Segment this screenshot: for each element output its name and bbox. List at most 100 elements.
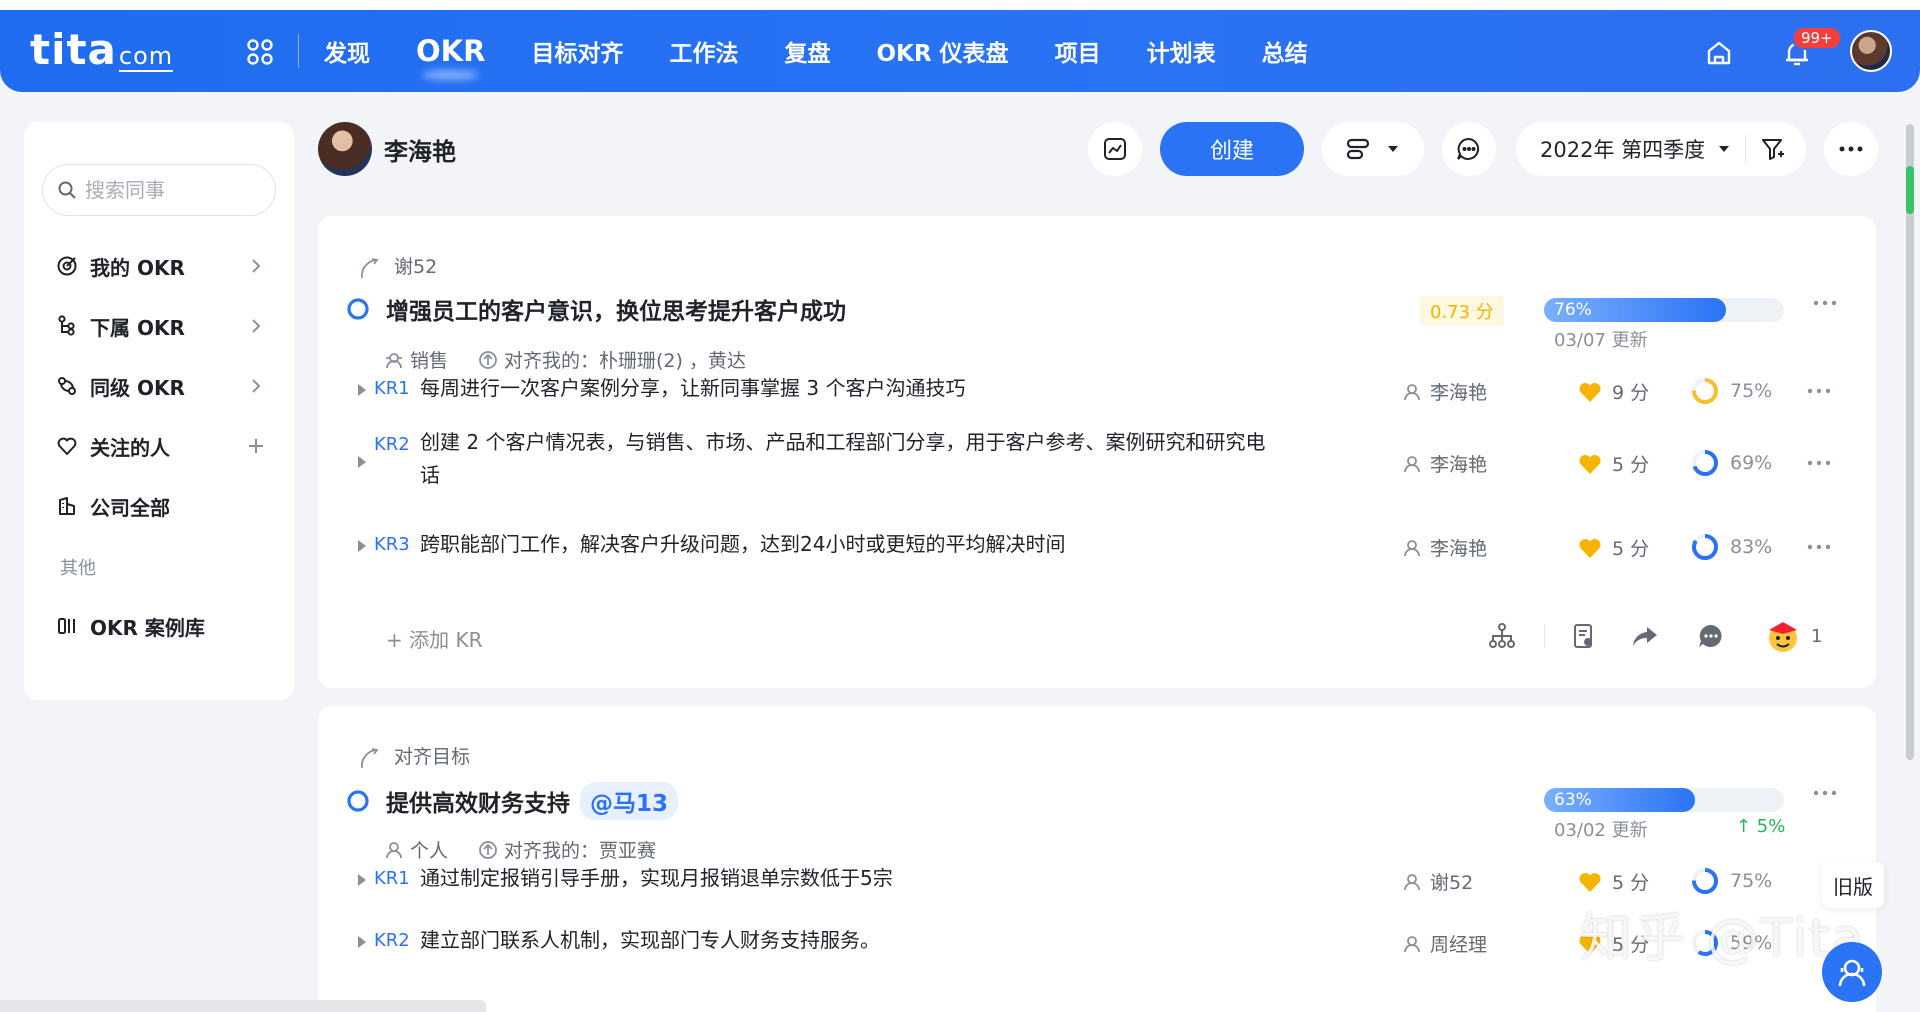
kr-tag: KR2 (374, 930, 410, 951)
objective-title[interactable]: 增强员工的客户意识，换位思考提升客户成功 (386, 292, 846, 326)
kr-tag: KR2 (374, 434, 410, 455)
kr-score-value: 9 分 (1612, 382, 1650, 404)
nav-methods[interactable]: 工作法 (669, 34, 738, 68)
share-icon[interactable] (1631, 622, 1659, 650)
sidebar-item-label: 我的 OKR (90, 255, 185, 280)
scrollbar-thumb[interactable] (1906, 166, 1914, 214)
parent-objective-owner: 谢52 (394, 255, 438, 278)
kr-text[interactable]: 建立部门联系人机制，实现部门专人财务支持服务。 (420, 924, 1280, 957)
sidebar-item-subordinate-okr[interactable]: 下属 OKR (56, 306, 266, 346)
filter-icon[interactable] (1760, 136, 1786, 162)
objective-header: 提供高效财务支持 @马13 (344, 782, 679, 820)
kr-row[interactable]: KR2 创建 2 个客户情况表，与销售、市场、产品和工程部门分享，用于客户参考、… (358, 426, 1858, 498)
more-options-button[interactable] (1824, 122, 1878, 176)
nav-review[interactable]: 复盘 (784, 34, 830, 68)
kr-score[interactable]: 5 分 (1578, 868, 1649, 895)
kr-progress[interactable]: 69% (1690, 448, 1772, 478)
objective-progress-bar: 76% (1544, 298, 1784, 322)
create-button[interactable]: 创建 (1160, 122, 1304, 176)
kr-row[interactable]: KR1 每周进行一次客户案例分享，让新同事掌握 3 个客户沟通技巧 李海艳 9 … (358, 364, 1858, 414)
report-icon[interactable] (1571, 622, 1597, 650)
parent-objective-label: 对齐目标 (394, 745, 471, 768)
kr-row[interactable]: KR3 跨职能部门工作，解决客户升级问题，达到24小时或更短的平均解决时间 李海… (358, 520, 1858, 570)
expand-caret-icon[interactable] (358, 384, 366, 396)
kr-text[interactable]: 每周进行一次客户案例分享，让新同事掌握 3 个客户沟通技巧 (420, 372, 1280, 405)
kr-text[interactable]: 创建 2 个客户情况表，与销售、市场、产品和工程部门分享，用于客户参考、案例研究… (420, 426, 1280, 492)
sidebar-item-followed-people[interactable]: 关注的人 (56, 426, 266, 466)
kr-owner[interactable]: 谢52 (1402, 868, 1473, 895)
expand-caret-icon[interactable] (358, 456, 366, 468)
tita-logo[interactable]: titacom (30, 26, 174, 80)
nav-discover[interactable]: 发现 (324, 34, 370, 68)
heart-filled-icon (1579, 538, 1601, 558)
building-icon (59, 497, 75, 515)
expand-caret-icon[interactable] (358, 540, 366, 552)
nav-projects[interactable]: 项目 (1055, 34, 1101, 68)
objective-header: 增强员工的客户意识，换位思考提升客户成功 (344, 292, 846, 326)
more-horizontal-icon[interactable] (1806, 458, 1832, 468)
notification-badge: 99+ (1792, 26, 1842, 50)
sidebar-item-label: OKR 案例库 (90, 615, 205, 640)
comment-icon (1457, 137, 1480, 160)
add-follow-icon[interactable] (246, 436, 266, 456)
kr-owner[interactable]: 周经理 (1402, 930, 1487, 957)
sidebar-item-company-all[interactable]: 公司全部 (56, 486, 266, 526)
home-icon[interactable] (1704, 38, 1734, 68)
more-horizontal-icon[interactable] (1806, 386, 1832, 396)
kr-text[interactable]: 跨职能部门工作，解决客户升级问题，达到24小时或更短的平均解决时间 (420, 528, 1280, 561)
chevron-right-icon (252, 319, 261, 333)
kr-score[interactable]: 5 分 (1578, 450, 1649, 477)
nav-goal-alignment[interactable]: 目标对齐 (531, 34, 623, 68)
more-horizontal-icon[interactable] (1812, 298, 1838, 308)
add-kr-button[interactable]: + 添加 KR (386, 624, 482, 653)
help-assistant-button[interactable] (1822, 942, 1882, 1002)
page-scrollbar[interactable] (1906, 124, 1914, 760)
kr-owner[interactable]: 李海艳 (1402, 534, 1487, 561)
kr-progress-value: 69% (1730, 452, 1773, 474)
nav-plans[interactable]: 计划表 (1147, 34, 1216, 68)
period-selector[interactable]: 2022年 第四季度 (1516, 122, 1806, 176)
alignment-tree-icon[interactable] (1488, 622, 1516, 650)
kr-owner[interactable]: 李海艳 (1402, 378, 1487, 405)
chevron-right-icon (252, 259, 261, 273)
view-mode-button[interactable] (1322, 122, 1424, 176)
comment-filled-icon[interactable] (1697, 622, 1725, 650)
chevron-right-icon (252, 379, 261, 393)
kr-score[interactable]: 9 分 (1578, 378, 1649, 405)
colleague-search[interactable] (42, 164, 276, 216)
chart-button[interactable] (1088, 122, 1142, 176)
more-horizontal-icon[interactable] (1806, 542, 1832, 552)
objective-title[interactable]: 提供高效财务支持 (386, 784, 570, 818)
kr-progress[interactable]: 83% (1690, 532, 1772, 562)
kr-progress[interactable]: 75% (1690, 866, 1772, 896)
parent-objective-ref[interactable]: 谢52 (358, 250, 437, 280)
sidebar-item-okr-case-library[interactable]: OKR 案例库 (56, 606, 266, 646)
parent-objective-ref[interactable]: 对齐目标 (358, 740, 470, 770)
nav-okr[interactable]: OKR (416, 34, 485, 68)
target-icon (57, 256, 77, 276)
kr-score[interactable]: 5 分 (1578, 534, 1649, 561)
sidebar-item-my-okr[interactable]: 我的 OKR (56, 246, 266, 286)
kr-owner[interactable]: 李海艳 (1402, 450, 1487, 477)
user-icon (1404, 539, 1420, 556)
current-user-avatar[interactable] (1850, 30, 1892, 72)
search-input[interactable] (85, 178, 265, 202)
sidebar-item-peer-okr[interactable]: 同级 OKR (56, 366, 266, 406)
apps-grid-icon[interactable] (246, 38, 274, 66)
sidebar-item-label: 公司全部 (90, 495, 170, 520)
objective-progress-fill: 76% (1544, 298, 1727, 322)
expand-caret-icon[interactable] (358, 936, 366, 948)
left-sidebar: 我的 OKR 下属 OKR 同级 OKR 关注的人 公司全部 其他 OKR 案例… (24, 122, 294, 700)
user-avatar[interactable] (318, 122, 372, 176)
cheer-emoji-icon[interactable] (1763, 616, 1803, 656)
nav-summary[interactable]: 总结 (1262, 34, 1308, 68)
more-horizontal-icon[interactable] (1812, 788, 1838, 798)
kr-text[interactable]: 通过制定报销引导手册，实现月报销退单宗数低于5宗 (420, 862, 1280, 895)
objective-mention[interactable]: @马13 (580, 782, 679, 820)
progress-ring-icon (1692, 450, 1718, 476)
progress-updated-date: 03/07 更新 (1554, 330, 1648, 351)
kr-progress[interactable]: 75% (1690, 376, 1772, 406)
nav-okr-dashboard[interactable]: OKR 仪表盘 (876, 34, 1008, 68)
comments-button[interactable] (1442, 122, 1496, 176)
expand-caret-icon[interactable] (358, 874, 366, 886)
